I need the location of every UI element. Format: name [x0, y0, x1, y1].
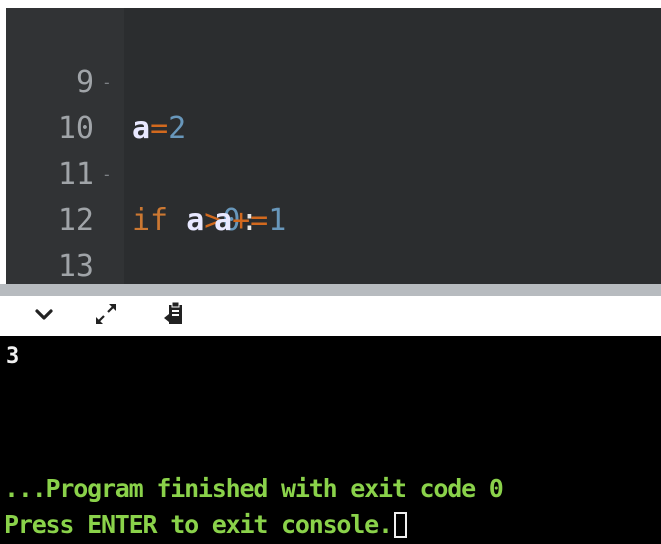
- fold-toggle-icon[interactable]: -: [102, 152, 112, 198]
- code-line[interactable]: 14 print(a): [6, 240, 661, 373]
- exit-prompt: Press ENTER to exit console.: [4, 510, 407, 539]
- clipboard-icon: [162, 301, 186, 331]
- fold-toggle-icon[interactable]: -: [102, 60, 112, 106]
- maximize-console-button[interactable]: [92, 302, 120, 330]
- collapse-console-button[interactable]: [30, 302, 58, 330]
- console-toolbar: [0, 296, 661, 336]
- code-line[interactable]: 10 - if a>0:: [6, 60, 661, 238]
- code-line[interactable]: 11 a+=1: [6, 106, 661, 238]
- code-line[interactable]: 9 a=2: [6, 14, 661, 146]
- expand-icon: [94, 302, 118, 330]
- code-editor[interactable]: 9 a=2 10 - if a>0: 11 a+=1 12 - else: 13…: [6, 8, 661, 373]
- exit-prompt-text: Press ENTER to exit console.: [4, 510, 393, 539]
- panel-splitter[interactable]: [0, 284, 661, 296]
- chevron-down-icon: [34, 307, 54, 326]
- copy-output-button[interactable]: [160, 301, 188, 331]
- exit-status-message: ...Program finished with exit code 0: [4, 474, 504, 503]
- code-line[interactable]: 13 a-=1: [6, 198, 661, 330]
- terminal-cursor: [393, 512, 407, 538]
- output-console[interactable]: 3 ...Program finished with exit code 0 P…: [0, 336, 661, 544]
- code-line[interactable]: 12 - else:: [6, 152, 661, 330]
- program-output: 3: [6, 344, 19, 369]
